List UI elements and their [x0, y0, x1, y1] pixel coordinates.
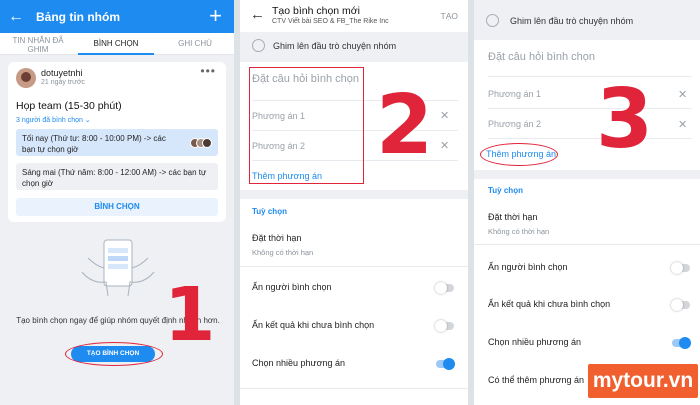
divider — [240, 388, 468, 389]
active-tab-indicator — [78, 53, 154, 55]
poll-card: dotuyetnhi 21 ngày trước ••• Họp team (1… — [8, 62, 226, 222]
deadline-value: Không có thời hạn — [252, 248, 314, 257]
setting-label: Ẩn kết quả khi chưa bình chọn — [488, 299, 611, 309]
pin-row[interactable]: Ghim lên đầu trò chuyện nhóm — [474, 0, 700, 40]
poll-option[interactable]: Tối nay (Thứ tư: 8:00 - 10:00 PM) -> các… — [16, 129, 218, 156]
remove-option-icon[interactable]: ✕ — [440, 109, 449, 122]
create-poll-panel: ← Tạo bình chọn mới CTV Viết bài SEO & F… — [240, 0, 468, 405]
poll-illustration — [81, 239, 155, 297]
divider — [474, 244, 700, 245]
pin-label: Ghim lên đầu trò chuyện nhóm — [273, 41, 397, 51]
header: ← Tạo bình chọn mới CTV Viết bài SEO & F… — [240, 0, 468, 32]
page-title: Tạo bình chọn mới — [272, 5, 361, 17]
poll-option[interactable]: Sáng mai (Thứ năm: 8:00 - 12:00 AM) -> c… — [16, 163, 218, 190]
hide-voters-toggle[interactable] — [435, 282, 454, 294]
divider — [488, 108, 692, 109]
step-number: 2 — [376, 78, 434, 173]
tab-polls[interactable]: BÌNH CHỌN — [78, 39, 154, 48]
avatar[interactable] — [16, 68, 36, 88]
add-icon[interactable]: + — [209, 3, 222, 29]
setting-label: Có thể thêm phương án — [488, 375, 584, 385]
poll-option-label: Tối nay (Thứ tư: 8:00 - 10:00 PM) -> các… — [22, 134, 166, 154]
step-number: 3 — [596, 72, 654, 167]
annotation-circle — [65, 342, 163, 366]
remove-option-icon[interactable]: ✕ — [440, 139, 449, 152]
vote-button[interactable]: BÌNH CHỌN — [16, 198, 218, 216]
more-options-icon[interactable]: ••• — [200, 64, 216, 78]
setting-label: Chọn nhiều phương án — [252, 358, 345, 368]
create-button[interactable]: TẠO — [441, 11, 458, 21]
group-board-panel: ← Bảng tin nhóm + TIN NHẮN ĐÃ GHIM BÌNH … — [0, 0, 234, 405]
pin-radio[interactable] — [486, 14, 499, 27]
section-separator — [240, 190, 468, 199]
tab-pinned-messages[interactable]: TIN NHẮN ĐÃ GHIM — [2, 36, 74, 54]
divider — [240, 266, 468, 267]
poll-option-label: Sáng mai (Thứ năm: 8:00 - 12:00 AM) -> c… — [22, 168, 207, 188]
step-number: 1 — [164, 272, 216, 358]
setting-label: Chọn nhiều phương án — [488, 337, 581, 347]
remove-option-icon[interactable]: ✕ — [678, 118, 687, 131]
voter-avatars — [190, 138, 212, 148]
setting-label: Ẩn kết quả khi chưa bình chọn — [252, 320, 375, 330]
deadline-value: Không có thời hạn — [488, 227, 550, 236]
divider — [488, 76, 692, 77]
annotation-box — [249, 67, 364, 184]
section-separator — [474, 170, 700, 179]
options-section-title: Tuỳ chọn — [488, 186, 523, 195]
vote-count-link[interactable]: 3 người đã bình chọn ⌄ — [16, 116, 91, 124]
mytour-logo: mytour.vn — [588, 364, 698, 398]
group-name: CTV Viết bài SEO & FB_The Rike Inc — [272, 18, 389, 25]
poll-title: Họp team (15-30 phút) — [16, 100, 122, 112]
setting-label: Ẩn người bình chọn — [488, 262, 568, 272]
option-input[interactable]: Phương án 2 — [488, 119, 541, 129]
pin-row[interactable]: Ghim lên đầu trò chuyện nhóm — [240, 32, 468, 62]
pin-radio[interactable] — [252, 39, 265, 52]
post-date: 21 ngày trước — [41, 79, 85, 86]
pin-label: Ghim lên đầu trò chuyện nhóm — [510, 16, 634, 26]
options-section-title: Tuỳ chọn — [252, 207, 287, 216]
deadline-label[interactable]: Đặt thời hạn — [488, 212, 537, 222]
multiple-choice-toggle[interactable] — [436, 358, 455, 370]
author-name[interactable]: dotuyetnhi — [41, 68, 83, 78]
hide-results-toggle[interactable] — [671, 299, 690, 311]
hide-results-toggle[interactable] — [435, 320, 454, 332]
tab-bar: TIN NHẮN ĐÃ GHIM BÌNH CHỌN GHI CHÚ — [0, 33, 234, 55]
back-arrow-icon[interactable]: ← — [250, 6, 265, 23]
remove-option-icon[interactable]: ✕ — [678, 88, 687, 101]
header: ← Bảng tin nhóm + — [0, 0, 234, 33]
annotation-circle — [480, 143, 558, 166]
deadline-label[interactable]: Đặt thời hạn — [252, 233, 301, 243]
back-arrow-icon[interactable]: ← — [8, 8, 24, 26]
divider — [488, 138, 692, 139]
question-input[interactable]: Đặt câu hỏi bình chọn — [488, 51, 595, 63]
setting-label: Ẩn người bình chọn — [252, 282, 332, 292]
create-poll-panel-step3: Ghim lên đầu trò chuyện nhóm Đặt câu hỏi… — [474, 0, 700, 405]
tab-notes[interactable]: GHI CHÚ — [158, 39, 232, 48]
hide-voters-toggle[interactable] — [671, 262, 690, 274]
multiple-choice-toggle[interactable] — [672, 337, 691, 349]
page-title: Bảng tin nhóm — [36, 10, 120, 24]
option-input[interactable]: Phương án 1 — [488, 89, 541, 99]
